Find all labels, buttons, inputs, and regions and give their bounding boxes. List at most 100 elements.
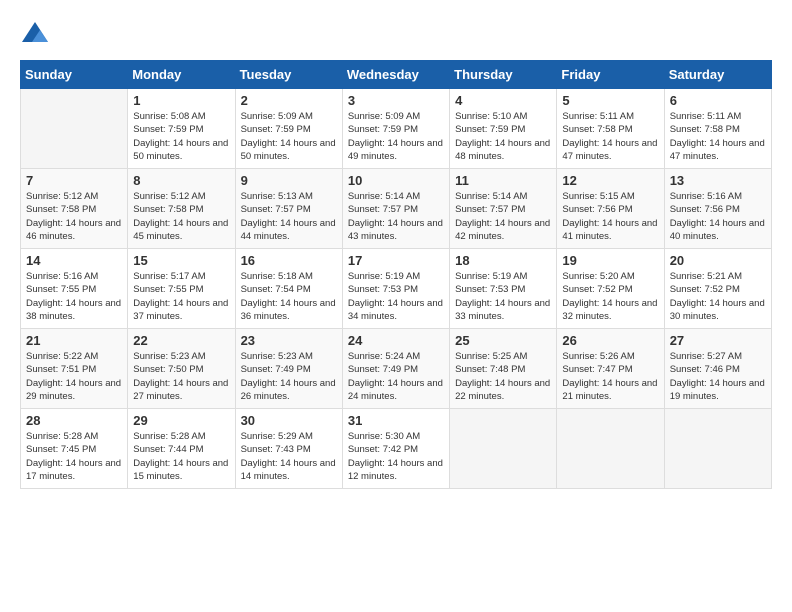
day-info: Sunrise: 5:30 AMSunset: 7:42 PMDaylight:… — [348, 430, 444, 483]
calendar-cell: 27 Sunrise: 5:27 AMSunset: 7:46 PMDayligh… — [664, 329, 771, 409]
day-header-wednesday: Wednesday — [342, 61, 449, 89]
week-row-4: 21 Sunrise: 5:22 AMSunset: 7:51 PMDayligh… — [21, 329, 772, 409]
day-header-monday: Monday — [128, 61, 235, 89]
day-number: 19 — [562, 253, 658, 268]
day-info: Sunrise: 5:20 AMSunset: 7:52 PMDaylight:… — [562, 270, 658, 323]
calendar-cell: 16 Sunrise: 5:18 AMSunset: 7:54 PMDayligh… — [235, 249, 342, 329]
day-number: 12 — [562, 173, 658, 188]
day-header-sunday: Sunday — [21, 61, 128, 89]
day-header-saturday: Saturday — [664, 61, 771, 89]
day-info: Sunrise: 5:28 AMSunset: 7:45 PMDaylight:… — [26, 430, 122, 483]
day-info: Sunrise: 5:29 AMSunset: 7:43 PMDaylight:… — [241, 430, 337, 483]
day-number: 28 — [26, 413, 122, 428]
day-info: Sunrise: 5:15 AMSunset: 7:56 PMDaylight:… — [562, 190, 658, 243]
day-info: Sunrise: 5:14 AMSunset: 7:57 PMDaylight:… — [455, 190, 551, 243]
calendar-cell: 30 Sunrise: 5:29 AMSunset: 7:43 PMDayligh… — [235, 409, 342, 489]
day-info: Sunrise: 5:11 AMSunset: 7:58 PMDaylight:… — [670, 110, 766, 163]
calendar-cell: 29Sunrise: 5:28 AMSunset: 7:44 PMDayligh… — [128, 409, 235, 489]
day-number: 27 — [670, 333, 766, 348]
calendar-cell: 1 Sunrise: 5:08 AMSunset: 7:59 PMDaylight… — [128, 89, 235, 169]
calendar-cell — [557, 409, 664, 489]
day-info: Sunrise: 5:11 AMSunset: 7:58 PMDaylight:… — [562, 110, 658, 163]
day-number: 13 — [670, 173, 766, 188]
day-info: Sunrise: 5:22 AMSunset: 7:51 PMDaylight:… — [26, 350, 122, 403]
week-row-5: 28 Sunrise: 5:28 AMSunset: 7:45 PMDayligh… — [21, 409, 772, 489]
day-number: 7 — [26, 173, 122, 188]
day-number: 17 — [348, 253, 444, 268]
logo-icon — [20, 20, 50, 50]
day-number: 18 — [455, 253, 551, 268]
calendar-cell — [450, 409, 557, 489]
day-number: 25 — [455, 333, 551, 348]
day-info: Sunrise: 5:16 AMSunset: 7:55 PMDaylight:… — [26, 270, 122, 323]
logo — [20, 20, 56, 50]
day-number: 9 — [241, 173, 337, 188]
day-info: Sunrise: 5:09 AMSunset: 7:59 PMDaylight:… — [348, 110, 444, 163]
calendar-cell: 14Sunrise: 5:16 AMSunset: 7:55 PMDayligh… — [21, 249, 128, 329]
calendar-cell: 10Sunrise: 5:14 AMSunset: 7:57 PMDayligh… — [342, 169, 449, 249]
day-info: Sunrise: 5:26 AMSunset: 7:47 PMDaylight:… — [562, 350, 658, 403]
day-info: Sunrise: 5:21 AMSunset: 7:52 PMDaylight:… — [670, 270, 766, 323]
day-info: Sunrise: 5:18 AMSunset: 7:54 PMDaylight:… — [241, 270, 337, 323]
calendar-cell: 12 Sunrise: 5:15 AMSunset: 7:56 PMDayligh… — [557, 169, 664, 249]
calendar-cell: 9 Sunrise: 5:13 AMSunset: 7:57 PMDaylight… — [235, 169, 342, 249]
day-number: 20 — [670, 253, 766, 268]
day-info: Sunrise: 5:13 AMSunset: 7:57 PMDaylight:… — [241, 190, 337, 243]
calendar-cell: 17 Sunrise: 5:19 AMSunset: 7:53 PMDayligh… — [342, 249, 449, 329]
calendar-table: SundayMondayTuesdayWednesdayThursdayFrid… — [20, 60, 772, 489]
week-row-1: 1 Sunrise: 5:08 AMSunset: 7:59 PMDaylight… — [21, 89, 772, 169]
calendar-cell — [21, 89, 128, 169]
calendar-cell: 13 Sunrise: 5:16 AMSunset: 7:56 PMDayligh… — [664, 169, 771, 249]
calendar-header-row: SundayMondayTuesdayWednesdayThursdayFrid… — [21, 61, 772, 89]
day-info: Sunrise: 5:16 AMSunset: 7:56 PMDaylight:… — [670, 190, 766, 243]
calendar-cell: 15 Sunrise: 5:17 AMSunset: 7:55 PMDayligh… — [128, 249, 235, 329]
calendar-cell: 23 Sunrise: 5:23 AMSunset: 7:49 PMDayligh… — [235, 329, 342, 409]
header — [20, 20, 772, 50]
calendar-cell: 7 Sunrise: 5:12 AMSunset: 7:58 PMDaylight… — [21, 169, 128, 249]
day-number: 11 — [455, 173, 551, 188]
calendar-cell: 8 Sunrise: 5:12 AMSunset: 7:58 PMDaylight… — [128, 169, 235, 249]
day-number: 8 — [133, 173, 229, 188]
day-number: 2 — [241, 93, 337, 108]
calendar-cell: 20 Sunrise: 5:21 AMSunset: 7:52 PMDayligh… — [664, 249, 771, 329]
day-info: Sunrise: 5:25 AMSunset: 7:48 PMDaylight:… — [455, 350, 551, 403]
day-info: Sunrise: 5:23 AMSunset: 7:50 PMDaylight:… — [133, 350, 229, 403]
day-header-tuesday: Tuesday — [235, 61, 342, 89]
day-info: Sunrise: 5:19 AMSunset: 7:53 PMDaylight:… — [348, 270, 444, 323]
day-header-thursday: Thursday — [450, 61, 557, 89]
calendar-cell: 4 Sunrise: 5:10 AMSunset: 7:59 PMDaylight… — [450, 89, 557, 169]
day-number: 31 — [348, 413, 444, 428]
day-number: 15 — [133, 253, 229, 268]
day-info: Sunrise: 5:17 AMSunset: 7:55 PMDaylight:… — [133, 270, 229, 323]
day-number: 4 — [455, 93, 551, 108]
day-number: 3 — [348, 93, 444, 108]
day-info: Sunrise: 5:12 AMSunset: 7:58 PMDaylight:… — [26, 190, 122, 243]
day-info: Sunrise: 5:28 AMSunset: 7:44 PMDaylight:… — [133, 430, 229, 483]
calendar-cell: 31 Sunrise: 5:30 AMSunset: 7:42 PMDayligh… — [342, 409, 449, 489]
calendar-cell: 28 Sunrise: 5:28 AMSunset: 7:45 PMDayligh… — [21, 409, 128, 489]
day-info: Sunrise: 5:12 AMSunset: 7:58 PMDaylight:… — [133, 190, 229, 243]
day-info: Sunrise: 5:14 AMSunset: 7:57 PMDaylight:… — [348, 190, 444, 243]
day-number: 30 — [241, 413, 337, 428]
calendar-cell: 21 Sunrise: 5:22 AMSunset: 7:51 PMDayligh… — [21, 329, 128, 409]
calendar-cell: 19 Sunrise: 5:20 AMSunset: 7:52 PMDayligh… — [557, 249, 664, 329]
day-number: 6 — [670, 93, 766, 108]
day-info: Sunrise: 5:10 AMSunset: 7:59 PMDaylight:… — [455, 110, 551, 163]
day-number: 21 — [26, 333, 122, 348]
calendar-cell: 22 Sunrise: 5:23 AMSunset: 7:50 PMDayligh… — [128, 329, 235, 409]
calendar-cell: 3 Sunrise: 5:09 AMSunset: 7:59 PMDaylight… — [342, 89, 449, 169]
day-number: 23 — [241, 333, 337, 348]
day-number: 16 — [241, 253, 337, 268]
day-number: 22 — [133, 333, 229, 348]
day-number: 24 — [348, 333, 444, 348]
day-info: Sunrise: 5:23 AMSunset: 7:49 PMDaylight:… — [241, 350, 337, 403]
day-info: Sunrise: 5:27 AMSunset: 7:46 PMDaylight:… — [670, 350, 766, 403]
calendar-cell: 18 Sunrise: 5:19 AMSunset: 7:53 PMDayligh… — [450, 249, 557, 329]
day-info: Sunrise: 5:24 AMSunset: 7:49 PMDaylight:… — [348, 350, 444, 403]
calendar-cell: 11 Sunrise: 5:14 AMSunset: 7:57 PMDayligh… — [450, 169, 557, 249]
day-info: Sunrise: 5:19 AMSunset: 7:53 PMDaylight:… — [455, 270, 551, 323]
calendar-cell: 2Sunrise: 5:09 AMSunset: 7:59 PMDaylight… — [235, 89, 342, 169]
day-info: Sunrise: 5:08 AMSunset: 7:59 PMDaylight:… — [133, 110, 229, 163]
day-number: 1 — [133, 93, 229, 108]
day-number: 26 — [562, 333, 658, 348]
